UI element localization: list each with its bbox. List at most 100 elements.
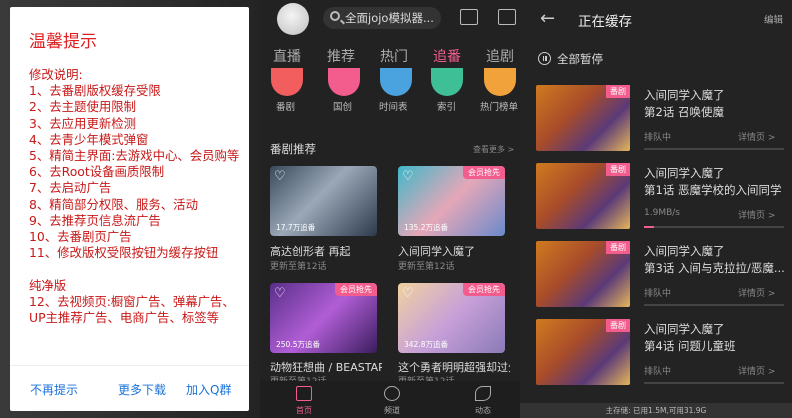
download-icon[interactable] — [460, 9, 478, 25]
dialog-body: 修改说明: 1、去番剧版权缓存受限 2、去主题使用限制 3、去应用更新检测 4、… — [29, 67, 240, 326]
anime-badge: 番剧 — [606, 85, 630, 98]
nav-feed[interactable]: 动态 — [475, 405, 491, 416]
progress-fill — [644, 226, 654, 228]
series-title: 入间同学入魔了 — [644, 244, 725, 258]
back-arrow-icon[interactable]: ← — [540, 8, 555, 29]
dialog-title: 温馨提示 — [29, 32, 97, 52]
anime-card[interactable]: ♡ 17.7万追番 — [270, 166, 377, 236]
detail-link[interactable]: 详情页 > — [738, 130, 775, 143]
page-title: 正在缓存 — [578, 14, 632, 30]
top-bar: 全面jojo模拟器... — [260, 0, 520, 37]
card-title[interactable]: 入间同学入魔了 — [398, 243, 510, 259]
tab-anime[interactable]: 追番 — [433, 46, 461, 66]
category-label: 时间表 — [379, 102, 408, 113]
anime-badge: 番剧 — [606, 163, 630, 176]
anime-card[interactable]: ♡ 会员抢先 135.2万追番 — [398, 166, 505, 236]
download-status: 1.9MB/s — [644, 208, 680, 218]
episode-title: 第2话 召唤使魔 — [644, 105, 724, 119]
pause-all-label: 全部暂停 — [557, 52, 603, 66]
anime-card[interactable]: ♡ 会员抢先 342.8万追番 — [398, 283, 505, 353]
feed-icon[interactable] — [475, 386, 491, 401]
nav-channel[interactable]: 频道 — [384, 405, 400, 416]
tab-drama[interactable]: 追剧 — [486, 46, 514, 66]
follow-count: 135.2万追番 — [404, 223, 448, 232]
more-downloads-button[interactable]: 更多下载 — [118, 381, 166, 398]
download-progress-bar — [644, 304, 784, 306]
storage-info: 主存储: 已用1.5M,可用31.9G — [520, 403, 792, 418]
detail-link[interactable]: 详情页 > — [738, 364, 775, 377]
favorite-heart-icon[interactable]: ♡ — [402, 169, 414, 184]
series-title: 入间同学入魔了 — [644, 322, 725, 336]
anime-badge: 番剧 — [606, 241, 630, 254]
follow-count: 342.8万追番 — [404, 340, 448, 349]
channel-icon[interactable] — [384, 386, 400, 401]
bottom-nav: 首页 频道 动态 — [260, 381, 520, 418]
series-title: 入间同学入魔了 — [644, 88, 725, 102]
section-title: 番剧推荐 — [270, 142, 316, 156]
tab-live[interactable]: 直播 — [273, 46, 301, 66]
vip-early-badge: 会员抢先 — [463, 166, 505, 179]
card-title[interactable]: 动物狂想曲 / BEASTARS — [270, 359, 382, 375]
edit-button[interactable]: 编辑 — [764, 12, 783, 26]
tab-hot[interactable]: 热门 — [380, 46, 408, 66]
vip-early-badge: 会员抢先 — [335, 283, 377, 296]
search-placeholder: 全面jojo模拟器... — [345, 11, 434, 25]
nav-home[interactable]: 首页 — [296, 405, 312, 416]
anime-badge: 番剧 — [606, 319, 630, 332]
episode-thumbnail: 番剧 — [536, 319, 630, 385]
card-title[interactable]: 这个勇者明明超强却过分慎重 — [398, 359, 510, 375]
favorite-heart-icon[interactable]: ♡ — [274, 169, 286, 184]
dont-show-again-button[interactable]: 不再提示 — [30, 381, 78, 398]
join-qq-group-button[interactable]: 加入Q群 — [186, 381, 231, 398]
pause-all-button[interactable]: 全部暂停 — [538, 51, 603, 67]
top-tabs: 直播 推荐 热门 追番 追剧 — [260, 46, 520, 70]
category-label: 索引 — [437, 102, 457, 113]
middle-screen: 全面jojo模拟器... 直播 推荐 热门 追番 追剧 番剧 国创 时间表 索引… — [260, 0, 520, 418]
download-progress-bar — [644, 148, 784, 150]
card-title[interactable]: 高达创形者 再起 — [270, 243, 382, 259]
favorite-heart-icon[interactable]: ♡ — [274, 286, 286, 301]
notice-dialog: 温馨提示 修改说明: 1、去番剧版权缓存受限 2、去主题使用限制 3、去应用更新… — [10, 7, 249, 411]
avatar[interactable] — [277, 3, 309, 35]
right-screen: ← 正在缓存 编辑 全部暂停 番剧 入间同学入魔了 第2话 召唤使魔 排队中 详… — [520, 0, 792, 418]
favorite-heart-icon[interactable]: ♡ — [402, 286, 414, 301]
card-subtitle: 更新至第12话 — [270, 262, 327, 272]
episode-thumbnail: 番剧 — [536, 241, 630, 307]
detail-link[interactable]: 详情页 > — [738, 286, 775, 299]
timetable-category-icon[interactable] — [380, 68, 412, 96]
search-bar[interactable]: 全面jojo模拟器... — [323, 7, 441, 29]
tab-recommend[interactable]: 推荐 — [327, 46, 355, 66]
search-icon — [330, 11, 340, 21]
detail-link[interactable]: 详情页 > — [738, 208, 775, 221]
download-status: 排队中 — [644, 367, 672, 377]
series-title: 入间同学入魔了 — [644, 166, 725, 180]
episode-title: 第1话 恶魔学校的入间同学 — [644, 183, 782, 197]
see-more-link[interactable]: 查看更多 > — [473, 144, 514, 155]
category-label: 热门榜单 — [480, 102, 519, 113]
download-status: 排队中 — [644, 133, 672, 143]
download-item[interactable]: 番剧 入间同学入魔了 第4话 问题儿童班 排队中 详情页 > — [520, 319, 792, 397]
episode-title: 第3话 入间与克拉拉/恶魔... — [644, 261, 785, 275]
episode-thumbnail: 番剧 — [536, 163, 630, 229]
mail-icon[interactable] — [498, 9, 516, 25]
anime-card[interactable]: ♡ 会员抢先 250.5万追番 — [270, 283, 377, 353]
home-icon[interactable] — [296, 386, 312, 401]
episode-thumbnail: 番剧 — [536, 85, 630, 151]
follow-count: 17.7万追番 — [276, 223, 316, 232]
download-item[interactable]: 番剧 入间同学入魔了 第2话 召唤使魔 排队中 详情页 > — [520, 85, 792, 163]
ranking-category-icon[interactable] — [484, 68, 516, 96]
follow-count: 250.5万追番 — [276, 340, 320, 349]
anime-category-icon[interactable] — [271, 68, 303, 96]
download-item[interactable]: 番剧 入间同学入魔了 第3话 入间与克拉拉/恶魔... 排队中 详情页 > — [520, 241, 792, 319]
vip-early-badge: 会员抢先 — [463, 283, 505, 296]
category-label: 番剧 — [276, 102, 296, 113]
index-category-icon[interactable] — [431, 68, 463, 96]
download-progress-bar — [644, 226, 784, 228]
download-top-bar: ← 正在缓存 编辑 — [520, 0, 792, 37]
episode-title: 第4话 问题儿童班 — [644, 339, 736, 353]
guochuang-category-icon[interactable] — [328, 68, 360, 96]
download-progress-bar — [644, 382, 784, 384]
download-item[interactable]: 番剧 入间同学入魔了 第1话 恶魔学校的入间同学 1.9MB/s 详情页 > — [520, 163, 792, 241]
left-screen: 温馨提示 修改说明: 1、去番剧版权缓存受限 2、去主题使用限制 3、去应用更新… — [0, 0, 260, 418]
download-status: 排队中 — [644, 289, 672, 299]
